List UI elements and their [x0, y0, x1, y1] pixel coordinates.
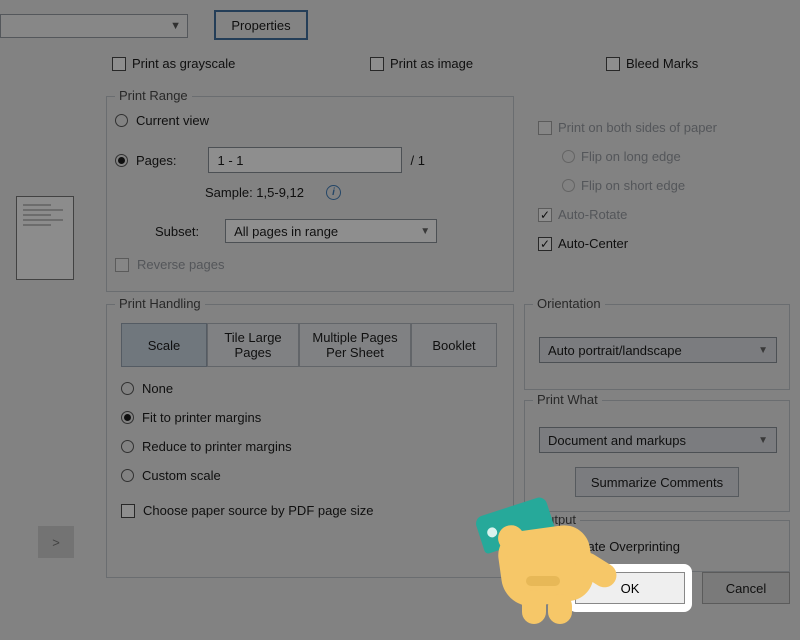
simulate-overprinting-label: Simulate Overprinting — [555, 539, 680, 554]
simulate-overprinting-checkbox[interactable] — [533, 540, 547, 554]
tab-tile-label: Tile Large Pages — [224, 330, 281, 360]
print-what-group: Print What Document and markups ▼ Summar… — [524, 400, 790, 512]
ok-button[interactable]: OK — [575, 572, 685, 604]
subset-value: All pages in range — [234, 224, 338, 239]
flip-long-label: Flip on long edge — [581, 149, 681, 164]
print-what-value: Document and markups — [548, 433, 686, 448]
reverse-pages-checkbox — [115, 258, 129, 272]
tab-tile[interactable]: Tile Large Pages — [207, 323, 299, 367]
prev-page-button[interactable] — [0, 526, 30, 558]
choose-paper-checkbox[interactable] — [121, 504, 135, 518]
auto-center-checkbox[interactable] — [538, 237, 552, 251]
tab-multiple-pages[interactable]: Multiple Pages Per Sheet — [299, 323, 411, 367]
next-page-label: > — [52, 535, 60, 550]
both-sides-label: Print on both sides of paper — [558, 120, 717, 135]
tab-booklet[interactable]: Booklet — [411, 323, 497, 367]
print-handling-group: Print Handling Scale Tile Large Pages Mu… — [106, 304, 514, 578]
pages-value: 1 - 1 — [217, 153, 243, 168]
printer-select[interactable]: ▼ — [0, 14, 188, 38]
ok-label: OK — [621, 581, 640, 596]
tab-booklet-label: Booklet — [432, 338, 475, 353]
orientation-value: Auto portrait/landscape — [548, 343, 682, 358]
orientation-group: Orientation Auto portrait/landscape ▼ — [524, 304, 790, 390]
scale-fit-label: Fit to printer margins — [142, 410, 261, 425]
tab-mpp-label: Multiple Pages Per Sheet — [312, 330, 397, 360]
pages-radio[interactable] — [115, 154, 128, 167]
scale-reduce-radio[interactable] — [121, 440, 134, 453]
scale-custom-label: Custom scale — [142, 468, 221, 483]
bleed-marks-label: Bleed Marks — [626, 56, 698, 71]
sample-text: Sample: 1,5-9,12 — [205, 185, 304, 200]
auto-rotate-label: Auto-Rotate — [558, 207, 627, 222]
print-as-image-checkbox[interactable] — [370, 57, 384, 71]
print-handling-legend: Print Handling — [115, 296, 205, 311]
chevron-down-icon: ▼ — [420, 226, 430, 237]
pages-total: / 1 — [410, 153, 424, 168]
page-preview — [16, 196, 74, 474]
print-range-legend: Print Range — [115, 88, 192, 103]
flip-long-radio — [562, 150, 575, 163]
bleed-marks-checkbox[interactable] — [606, 57, 620, 71]
duplex-group: Print on both sides of paper Flip on lon… — [524, 96, 790, 292]
orientation-legend: Orientation — [533, 296, 605, 311]
current-view-radio[interactable] — [115, 114, 128, 127]
cancel-label: Cancel — [726, 581, 766, 596]
chevron-down-icon: ▼ — [758, 345, 768, 356]
choose-paper-label: Choose paper source by PDF page size — [143, 503, 374, 518]
scale-reduce-label: Reduce to printer margins — [142, 439, 292, 454]
properties-label: Properties — [231, 18, 290, 33]
summarize-comments-label: Summarize Comments — [591, 475, 723, 490]
page-thumb — [16, 196, 74, 280]
print-range-group: Print Range Current view Pages: 1 - 1 / … — [106, 96, 514, 292]
scale-custom-radio[interactable] — [121, 469, 134, 482]
tab-scale-label: Scale — [148, 338, 181, 353]
output-legend: Output — [533, 512, 580, 527]
current-view-label: Current view — [136, 113, 209, 128]
chevron-down-icon: ▼ — [758, 435, 768, 446]
subset-label: Subset: — [155, 224, 199, 239]
chevron-down-icon: ▼ — [170, 20, 181, 32]
orientation-select[interactable]: Auto portrait/landscape ▼ — [539, 337, 777, 363]
subset-select[interactable]: All pages in range ▼ — [225, 219, 437, 243]
properties-button[interactable]: Properties — [214, 10, 308, 40]
scale-none-label: None — [142, 381, 173, 396]
scale-fit-radio[interactable] — [121, 411, 134, 424]
auto-rotate-checkbox[interactable] — [538, 208, 552, 222]
info-icon[interactable]: i — [326, 185, 341, 200]
flip-short-radio — [562, 179, 575, 192]
summarize-comments-button[interactable]: Summarize Comments — [575, 467, 739, 497]
scale-none-radio[interactable] — [121, 382, 134, 395]
print-what-legend: Print What — [533, 392, 602, 407]
reverse-pages-label: Reverse pages — [137, 257, 224, 272]
print-what-select[interactable]: Document and markups ▼ — [539, 427, 777, 453]
tab-scale[interactable]: Scale — [121, 323, 207, 367]
flip-short-label: Flip on short edge — [581, 178, 685, 193]
both-sides-checkbox — [538, 121, 552, 135]
auto-center-label: Auto-Center — [558, 236, 628, 251]
print-grayscale-checkbox[interactable] — [112, 57, 126, 71]
cancel-button[interactable]: Cancel — [702, 572, 790, 604]
print-grayscale-label: Print as grayscale — [132, 56, 235, 71]
print-as-image-label: Print as image — [390, 56, 473, 71]
next-page-button[interactable]: > — [38, 526, 74, 558]
pages-label: Pages: — [136, 153, 176, 168]
pages-input[interactable]: 1 - 1 — [208, 147, 402, 173]
